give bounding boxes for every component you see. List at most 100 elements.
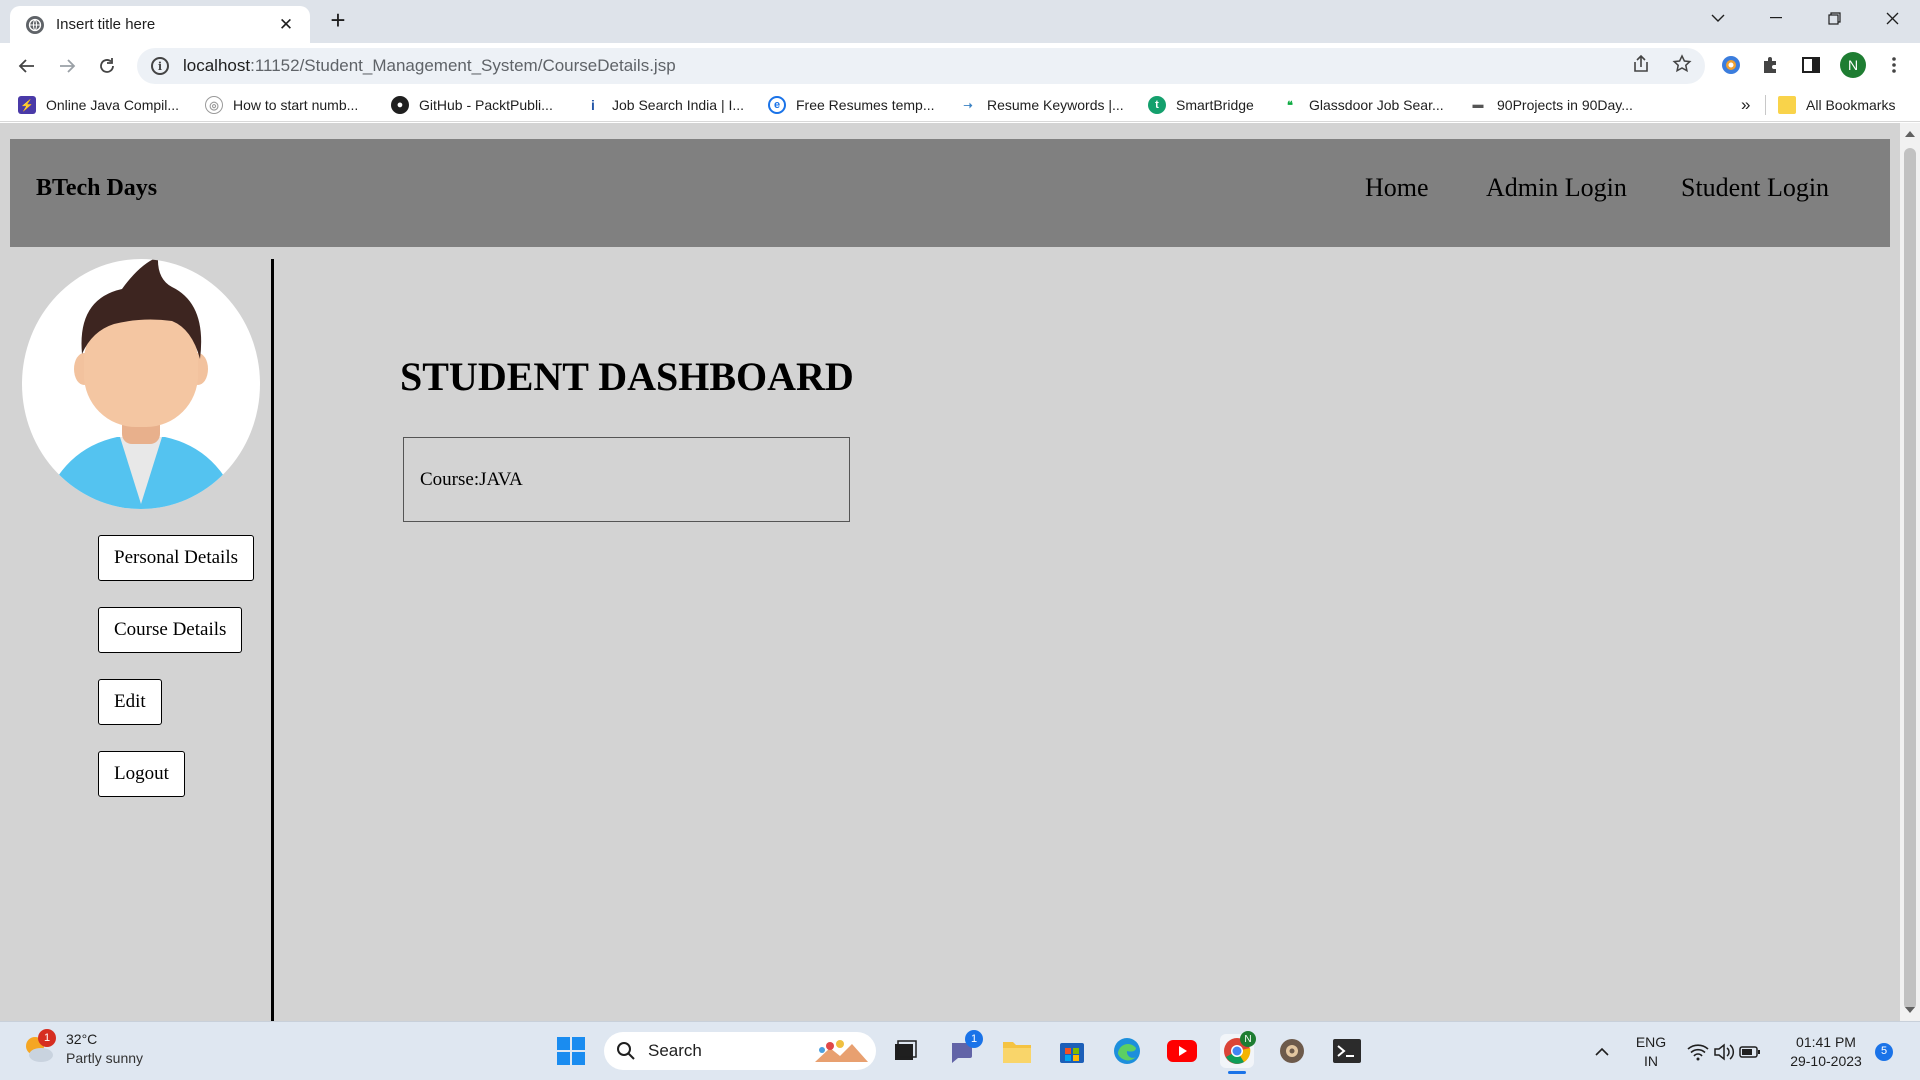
clock[interactable]: 01:41 PM 29-10-2023 — [1780, 1022, 1872, 1080]
extensions-puzzle-icon[interactable] — [1757, 51, 1785, 79]
minimize-icon — [1770, 17, 1782, 19]
chrome-profile-badge: N — [1240, 1031, 1256, 1047]
projects-icon: ▬ — [1469, 96, 1487, 114]
youtube-icon — [1167, 1040, 1197, 1062]
profile-avatar[interactable]: N — [1839, 51, 1867, 79]
bookmark-7[interactable]: ❝ Glassdoor Job Sear... — [1281, 94, 1444, 116]
personal-details-button[interactable]: Personal Details — [98, 535, 255, 581]
page-viewport: BTech Days Home Admin Login Student Logi… — [0, 123, 1900, 1021]
all-bookmarks-button[interactable]: All Bookmarks — [1778, 94, 1895, 116]
reload-icon — [100, 58, 114, 73]
youtube-button[interactable] — [1165, 1034, 1199, 1068]
chevron-double-right-icon: » — [1741, 95, 1751, 114]
bookmark-0[interactable]: ⚡ Online Java Compil... — [18, 94, 179, 116]
site-info-icon[interactable]: i — [151, 57, 169, 75]
minimize-button[interactable] — [1748, 0, 1804, 36]
taskbar-search-box[interactable]: Search — [604, 1032, 876, 1070]
bookmarks-overflow-button[interactable]: » — [1741, 94, 1750, 116]
quick-settings-button[interactable] — [1684, 1022, 1764, 1080]
search-placeholder: Search — [648, 1041, 702, 1060]
bookmark-label: Resume Keywords |... — [987, 97, 1124, 113]
course-details-button[interactable]: Course Details — [98, 607, 243, 653]
site-navbar: BTech Days Home Admin Login Student Logi… — [10, 139, 1890, 247]
start-button[interactable] — [554, 1034, 588, 1068]
file-explorer-button[interactable] — [1000, 1034, 1034, 1068]
nav-student-login-link[interactable]: Student Login — [1681, 173, 1829, 203]
site-brand[interactable]: BTech Days — [36, 175, 157, 202]
reload-button[interactable] — [91, 50, 123, 82]
share-icon[interactable] — [1629, 52, 1653, 76]
keywords-icon: ➝ — [959, 96, 977, 114]
store-button[interactable] — [1055, 1034, 1089, 1068]
bookmark-4[interactable]: e Free Resumes temp... — [768, 94, 935, 116]
store-icon — [1060, 1043, 1084, 1063]
forward-button[interactable] — [51, 50, 83, 82]
nav-home-link[interactable]: Home — [1365, 173, 1429, 203]
bookmark-label: SmartBridge — [1176, 97, 1254, 113]
bookmark-label: How to start numb... — [233, 97, 359, 113]
tab-search-button[interactable] — [1690, 0, 1746, 36]
battery-icon — [1739, 1045, 1760, 1058]
edit-button[interactable]: Edit — [98, 679, 162, 725]
bookmark-5[interactable]: ➝ Resume Keywords |... — [959, 94, 1124, 116]
tab-title: Insert title here — [56, 16, 156, 33]
arrow-left-icon — [18, 59, 34, 73]
restore-button[interactable] — [1806, 0, 1862, 36]
chevron-down-icon — [1711, 14, 1725, 22]
student-avatar — [22, 259, 260, 509]
task-view-icon — [895, 1040, 917, 1060]
close-tab-icon[interactable]: ✕ — [276, 15, 296, 35]
edge-button[interactable] — [1110, 1034, 1144, 1068]
new-tab-button[interactable]: + — [325, 7, 351, 34]
weather-widget[interactable]: 1 32°C Partly sunny — [22, 1029, 143, 1068]
windows-logo-icon — [557, 1037, 585, 1065]
notification-center-button[interactable]: 5 — [1872, 1022, 1896, 1080]
address-bar[interactable]: i localhost:11152/Student_Management_Sys… — [137, 48, 1705, 84]
scroll-down-arrow[interactable] — [1905, 1007, 1915, 1013]
browser-tab-active[interactable]: Insert title here ✕ — [10, 6, 310, 43]
language-indicator[interactable]: ENG IN — [1628, 1022, 1674, 1080]
extension-compass-icon[interactable] — [1717, 51, 1745, 79]
bookmark-star-icon[interactable] — [1670, 52, 1694, 76]
weather-badge: 1 — [38, 1029, 56, 1047]
java-compiler-icon: ⚡ — [18, 96, 36, 114]
game-app-button[interactable] — [1275, 1034, 1309, 1068]
dashboard-sidebar: Personal Details Course Details Edit Log… — [0, 259, 274, 1021]
indeed-icon: i — [584, 96, 602, 114]
close-window-button[interactable] — [1864, 0, 1920, 36]
folder-icon — [1003, 1042, 1031, 1063]
chat-app-button[interactable]: 1 — [945, 1030, 983, 1068]
terminal-button[interactable] — [1330, 1034, 1364, 1068]
browser-toolbar: i localhost:11152/Student_Management_Sys… — [0, 43, 1920, 88]
bookmark-2[interactable]: ● GitHub - PacktPubli... — [391, 94, 553, 116]
url-host: localhost — [183, 56, 251, 75]
bookmark-3[interactable]: i Job Search India | I... — [584, 94, 744, 116]
region-code: IN — [1644, 1052, 1658, 1069]
wifi-icon — [1687, 1043, 1709, 1060]
course-value: JAVA — [479, 468, 523, 490]
folder-icon — [1778, 96, 1796, 114]
bookmark-label: Online Java Compil... — [46, 97, 180, 113]
logout-button[interactable]: Logout — [98, 751, 185, 797]
page-scrollbar[interactable] — [1900, 123, 1920, 1021]
close-icon — [1886, 12, 1898, 24]
scrollbar-thumb[interactable] — [1904, 148, 1916, 1010]
clock-time: 01:41 PM — [1796, 1033, 1856, 1050]
task-view-button[interactable] — [888, 1034, 922, 1068]
bookmark-8[interactable]: ▬ 90Projects in 90Day... — [1469, 94, 1633, 116]
back-button[interactable] — [11, 50, 43, 82]
bookmark-6[interactable]: t SmartBridge — [1148, 94, 1254, 116]
bookmark-label: Free Resumes temp... — [796, 97, 935, 113]
weather-temp: 32°C — [66, 1031, 98, 1047]
menu-kebab-icon[interactable] — [1880, 51, 1908, 79]
side-panel-icon[interactable] — [1797, 51, 1825, 79]
show-hidden-icons-button[interactable] — [1590, 1022, 1614, 1080]
nav-admin-login-link[interactable]: Admin Login — [1486, 173, 1627, 203]
all-bookmarks-label: All Bookmarks — [1806, 97, 1896, 113]
scroll-up-arrow[interactable] — [1905, 131, 1915, 137]
bookmark-1[interactable]: ◎ How to start numb... — [205, 94, 358, 116]
url-path: :11152/Student_Management_System/CourseD… — [250, 56, 676, 75]
chrome-button[interactable]: N — [1220, 1031, 1256, 1074]
language-code: ENG — [1635, 1033, 1667, 1050]
browser-tabstrip: Insert title here ✕ + — [0, 0, 1920, 43]
